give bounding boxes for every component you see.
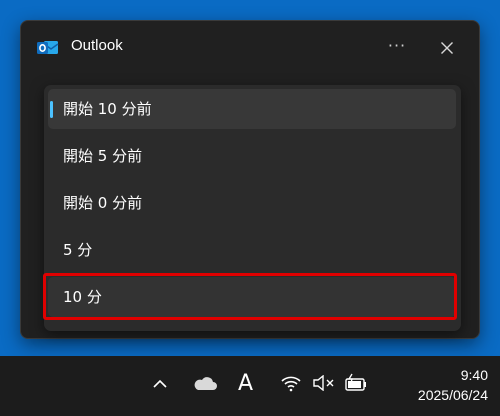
chevron-up-icon[interactable] <box>151 376 169 395</box>
more-options-icon: ··· <box>387 36 407 55</box>
dropdown-option[interactable]: 開始 0 分前 <box>48 183 456 223</box>
dropdown-option[interactable]: 5 分 <box>48 230 456 270</box>
clock-time: 9:40 <box>460 367 488 383</box>
ime-a-icon[interactable]: A <box>238 371 253 396</box>
app-title: Outlook <box>71 37 123 54</box>
option-label: 開始 5 分前 <box>63 147 143 165</box>
battery-charging-icon[interactable] <box>344 373 368 397</box>
more-options-button[interactable]: ··· <box>383 35 411 61</box>
reminder-dropdown-list: 開始 10 分前 開始 5 分前 開始 0 分前 5 分 10 分 <box>44 85 461 331</box>
wifi-icon[interactable] <box>280 374 302 396</box>
close-button[interactable] <box>433 35 461 61</box>
clock-date: 2025/06/24 <box>417 387 488 403</box>
option-label: 10 分 <box>63 288 102 306</box>
onedrive-cloud-icon[interactable] <box>192 376 218 396</box>
dropdown-option[interactable]: 開始 10 分前 <box>48 89 456 129</box>
option-label: 開始 0 分前 <box>63 194 143 212</box>
option-label: 開始 10 分前 <box>63 100 152 118</box>
close-icon <box>441 42 453 54</box>
option-label: 5 分 <box>63 241 93 259</box>
taskbar: A 9:40 2025/06/24 <box>0 356 500 416</box>
title-bar: Outlook ··· <box>21 21 479 75</box>
dropdown-option[interactable]: 開始 5 分前 <box>48 136 456 176</box>
volume-muted-icon[interactable] <box>312 374 336 395</box>
system-clock[interactable]: 9:40 2025/06/24 <box>418 365 488 405</box>
outlook-icon <box>37 38 59 58</box>
dropdown-option-highlighted[interactable]: 10 分 <box>48 277 456 317</box>
outlook-notification-window: Outlook ··· 開始 10 分前 開始 5 分前 開始 0 分前 5 分… <box>20 20 480 339</box>
selection-indicator <box>50 101 53 118</box>
